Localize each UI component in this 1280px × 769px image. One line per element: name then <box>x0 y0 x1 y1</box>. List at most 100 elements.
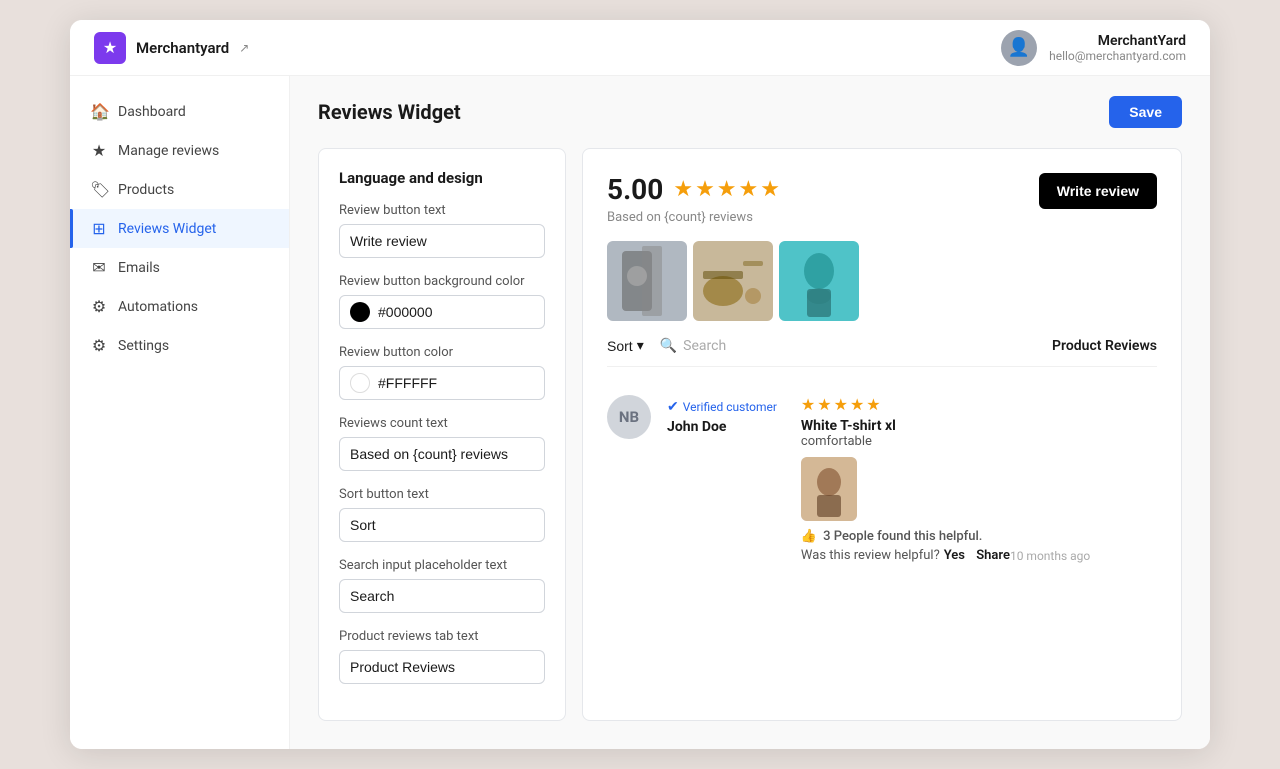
review-actions: Was this review helpful? Yes Share 10 mo… <box>801 548 1090 563</box>
sidebar: 🏠 Dashboard ★ Manage reviews 🏷 Products … <box>70 76 290 749</box>
sidebar-item-manage-reviews[interactable]: ★ Manage reviews <box>70 131 289 170</box>
widget-icon: ⊞ <box>90 219 108 238</box>
app-window: ★ Merchantyard ↗ 👤 MerchantYard hello@me… <box>70 20 1210 749</box>
sidebar-item-dashboard[interactable]: 🏠 Dashboard <box>70 92 289 131</box>
field-review-button-text: Review button text <box>339 203 545 258</box>
content: Reviews Widget Save Language and design … <box>290 76 1210 749</box>
logo-icon: ★ <box>94 32 126 64</box>
sort-search-bar: Sort ▾ 🔍 Search Product Reviews <box>607 337 1157 367</box>
save-button[interactable]: Save <box>1109 96 1182 128</box>
external-link-icon[interactable]: ↗ <box>239 41 249 55</box>
color-value-bg[interactable] <box>378 304 534 320</box>
sort-label: Sort <box>607 338 633 354</box>
sidebar-item-label: Dashboard <box>118 104 186 120</box>
sidebar-item-products[interactable]: 🏷 Products <box>70 170 289 209</box>
review-time: 10 months ago <box>1010 549 1090 563</box>
review-image-1 <box>607 241 687 321</box>
helpful-section: 👍 3 People found this helpful. <box>801 529 1090 544</box>
field-search-placeholder: Search input placeholder text <box>339 558 545 613</box>
review-star-1: ★ <box>801 395 815 414</box>
color-field-bg[interactable] <box>339 295 545 329</box>
user-name: MerchantYard <box>1049 33 1186 49</box>
review-actions-left: Was this review helpful? Yes Share <box>801 548 1010 563</box>
search-placeholder-text: Search <box>683 338 726 354</box>
content-header: Reviews Widget Save <box>290 76 1210 148</box>
sidebar-item-label: Manage reviews <box>118 143 219 159</box>
field-review-button-color: Review button color <box>339 345 545 400</box>
review-content: ★ ★ ★ ★ ★ White T-shirt xl comfortable <box>801 395 1090 563</box>
two-col-layout: Language and design Review button text R… <box>290 148 1210 749</box>
field-label: Sort button text <box>339 487 545 502</box>
rating-score: 5.00 ★ ★ ★ ★ ★ <box>607 173 780 206</box>
rating-number: 5.00 <box>607 173 663 206</box>
reviews-count-text-input[interactable] <box>339 437 545 471</box>
field-label: Review button color <box>339 345 545 360</box>
star-3: ★ <box>717 177 737 202</box>
automation-icon: ⚙ <box>90 297 108 316</box>
sidebar-item-label: Products <box>118 182 174 198</box>
user-info: MerchantYard hello@merchantyard.com <box>1049 33 1186 63</box>
product-reviews-tab-input[interactable] <box>339 650 545 684</box>
sidebar-item-settings[interactable]: ⚙ Settings <box>70 326 289 365</box>
stars: ★ ★ ★ ★ ★ <box>673 177 780 202</box>
review-stars: ★ ★ ★ ★ ★ <box>801 395 1090 414</box>
review-card-content: ✔ Verified customer John Doe ★ ★ <box>667 395 1157 563</box>
user-email: hello@merchantyard.com <box>1049 49 1186 63</box>
verified-text: Verified customer <box>683 400 777 414</box>
field-label: Reviews count text <box>339 416 545 431</box>
field-reviews-count-text: Reviews count text <box>339 416 545 471</box>
thumbs-up-icon: 👍 <box>801 529 817 544</box>
color-value-fg[interactable] <box>378 375 534 391</box>
yes-link[interactable]: Yes <box>944 548 965 563</box>
page-title: Reviews Widget <box>318 100 461 124</box>
helpful-question: Was this review helpful? <box>801 548 940 563</box>
product-reviews-tab[interactable]: Product Reviews <box>1052 338 1157 354</box>
share-link[interactable]: Share <box>976 548 1010 563</box>
rating-count: Based on {count} reviews <box>607 210 780 225</box>
panel-section-title: Language and design <box>339 169 545 187</box>
email-icon: ✉ <box>90 258 108 277</box>
search-icon: 🔍 <box>660 338 677 354</box>
star-icon: ★ <box>90 141 108 160</box>
brand-name: Merchantyard <box>136 39 229 57</box>
star-4: ★ <box>739 177 759 202</box>
topbar-right: 👤 MerchantYard hello@merchantyard.com <box>1001 30 1186 66</box>
write-review-button[interactable]: Write review <box>1039 173 1157 209</box>
star-2: ★ <box>695 177 715 202</box>
verified-badge: ✔ Verified customer <box>667 399 777 415</box>
sort-button-text-input[interactable] <box>339 508 545 542</box>
star-1: ★ <box>673 177 693 202</box>
main-layout: 🏠 Dashboard ★ Manage reviews 🏷 Products … <box>70 76 1210 749</box>
sidebar-item-emails[interactable]: ✉ Emails <box>70 248 289 287</box>
rating-left: 5.00 ★ ★ ★ ★ ★ Based on {count} reviews <box>607 173 780 225</box>
helpful-count: 3 People found this helpful. <box>823 529 982 544</box>
review-star-4: ★ <box>850 395 864 414</box>
image-strip <box>607 241 1157 321</box>
review-photo <box>801 457 857 521</box>
sort-search-left: Sort ▾ 🔍 Search <box>607 337 726 354</box>
sort-button[interactable]: Sort ▾ <box>607 337 644 354</box>
sidebar-item-automations[interactable]: ⚙ Automations <box>70 287 289 326</box>
reviewer-avatar: NB <box>607 395 651 439</box>
review-button-text-input[interactable] <box>339 224 545 258</box>
sidebar-item-reviews-widget[interactable]: ⊞ Reviews Widget <box>70 209 289 248</box>
reviewer-info: ✔ Verified customer John Doe <box>667 395 777 563</box>
field-sort-button-text: Sort button text <box>339 487 545 542</box>
review-star-5: ★ <box>866 395 880 414</box>
topbar-left: ★ Merchantyard ↗ <box>94 32 249 64</box>
field-label: Product reviews tab text <box>339 629 545 644</box>
color-field-fg[interactable] <box>339 366 545 400</box>
review-product-name: White T-shirt xl <box>801 418 1090 434</box>
settings-panel: Language and design Review button text R… <box>318 148 566 721</box>
chevron-down-icon: ▾ <box>637 337 644 354</box>
sidebar-item-label: Reviews Widget <box>118 221 216 237</box>
sidebar-item-label: Emails <box>118 260 160 276</box>
sidebar-item-label: Settings <box>118 338 169 354</box>
verified-check-icon: ✔ <box>667 399 679 415</box>
review-card-inner: ✔ Verified customer John Doe ★ ★ <box>667 395 1157 563</box>
star-5: ★ <box>760 177 780 202</box>
sidebar-item-label: Automations <box>118 299 198 315</box>
avatar: 👤 <box>1001 30 1037 66</box>
search-placeholder-input[interactable] <box>339 579 545 613</box>
field-product-reviews-tab: Product reviews tab text <box>339 629 545 684</box>
